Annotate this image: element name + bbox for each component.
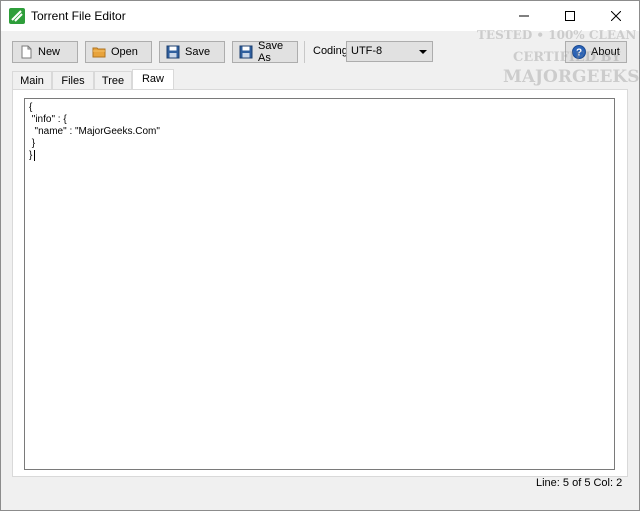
coding-select[interactable]: UTF-8 [346,41,433,62]
minimize-button[interactable] [501,1,547,31]
save-as-label: Save As [258,40,284,64]
coding-value: UTF-8 [351,45,383,57]
floppy-disk-icon [239,45,253,59]
tab-raw[interactable]: Raw [132,69,174,90]
tab-main[interactable]: Main [12,71,52,89]
toolbar: New Open Save Save As Coding UTF-8 ? Abo… [1,31,639,69]
maximize-button[interactable] [547,1,593,31]
open-folder-icon [92,45,106,59]
new-button[interactable]: New [12,41,78,63]
about-label: About [591,46,620,58]
title-bar[interactable]: Torrent File Editor [1,1,639,31]
watermark-line3: MAJORGEEKS [503,67,639,87]
svg-text:?: ? [576,48,582,59]
open-button[interactable]: Open [85,41,152,63]
editor-line: } [29,150,33,161]
app-logo-icon [9,8,25,24]
raw-text-editor[interactable]: { "info" : { "name" : "MajorGeeks.Com" }… [24,98,615,470]
minimize-icon [519,15,529,17]
close-icon [611,11,621,21]
cursor-position: Line: 5 of 5 Col: 2 [536,477,623,489]
editor-line: } [29,138,36,149]
chevron-down-icon [419,50,427,54]
editor-line: "info" : { [29,114,67,125]
status-bar: Line: 5 of 5 Col: 2 [1,477,639,510]
floppy-disk-icon [166,45,180,59]
toolbar-separator [304,41,305,63]
new-label: New [38,46,61,58]
help-icon: ? [572,45,586,59]
app-window: Torrent File Editor New Open Save Save A… [0,0,640,511]
editor-line: { [29,102,33,113]
tab-tree[interactable]: Tree [94,71,132,89]
text-caret [34,150,35,161]
close-button[interactable] [593,1,639,31]
tab-files[interactable]: Files [52,71,94,89]
raw-tab-panel: { "info" : { "name" : "MajorGeeks.Com" }… [12,89,628,477]
save-label: Save [185,46,211,58]
coding-label: Coding [313,45,348,57]
editor-line: "name" : "MajorGeeks.Com" [29,126,160,137]
window-title: Torrent File Editor [31,9,126,23]
save-button[interactable]: Save [159,41,225,63]
open-label: Open [111,46,138,58]
save-as-button[interactable]: Save As [232,40,298,64]
maximize-icon [565,11,575,21]
about-button[interactable]: ? About [565,41,627,63]
new-document-icon [19,45,33,59]
